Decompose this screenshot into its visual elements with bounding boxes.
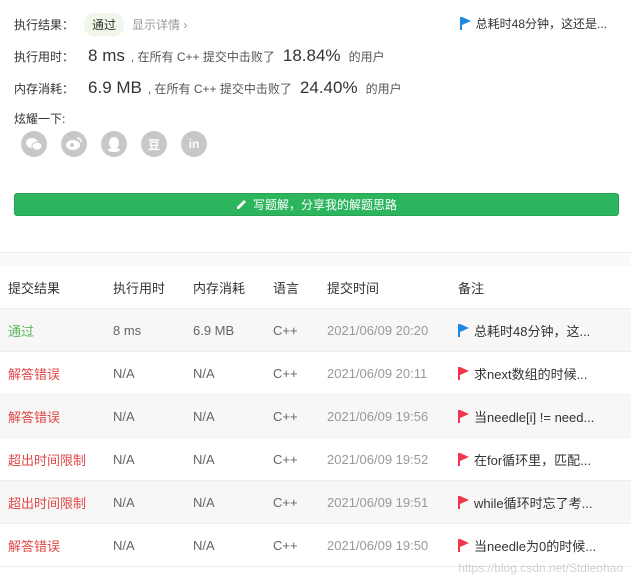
header-status: 提交结果	[8, 280, 61, 296]
note-cell[interactable]: 当needle[i] != need...	[450, 407, 631, 426]
language-cell: C++	[273, 365, 298, 381]
status-link[interactable]: 解答错误	[0, 536, 105, 555]
memory-value: 6.9 MB	[88, 78, 142, 97]
time-percent: 18.84%	[282, 46, 341, 65]
pencil-icon	[236, 200, 246, 209]
submit-time-cell: 2021/06/09 20:11	[327, 365, 428, 381]
douban-icon[interactable]: 豆	[141, 131, 167, 157]
flag-icon	[458, 409, 469, 423]
result-row: 执行结果： 通过 显示详情 ›	[14, 13, 187, 36]
header-runtime: 执行用时	[113, 280, 166, 296]
wechat-icon[interactable]	[21, 131, 47, 157]
table-header: 提交结果 执行用时 内存消耗 语言 提交时间 备注	[0, 266, 631, 309]
table-body: 通过 8 ms 6.9 MB C++ 2021/06/09 20:20 总耗时48分钟，这…	[0, 309, 631, 567]
memory-cell: N/A	[193, 408, 215, 424]
flag-icon	[458, 452, 469, 466]
table-row[interactable]: 超出时间限制 N/A N/A C++ 2021/06/09 19:52 在for循环里，匹…	[0, 438, 631, 481]
memory-cell: N/A	[193, 365, 215, 381]
note-cell[interactable]: 在for循环里，匹配...	[450, 450, 631, 469]
runtime-cell: 8 ms	[113, 322, 142, 338]
runtime-cell: N/A	[113, 365, 135, 381]
memory-cell: N/A	[193, 494, 215, 510]
submit-time-cell: 2021/06/09 19:51	[327, 494, 429, 510]
table-row[interactable]: 解答错误 N/A N/A C++ 2021/06/09 20:11 求next数组的时候.…	[0, 352, 631, 395]
header-language: 语言	[273, 280, 300, 296]
table-row[interactable]: 超出时间限制 N/A N/A C++ 2021/06/09 19:51 while循环时忘…	[0, 481, 631, 524]
note-text: 当needle[i] != need...	[474, 409, 595, 425]
table-row[interactable]: 通过 8 ms 6.9 MB C++ 2021/06/09 20:20 总耗时48分钟，这…	[0, 309, 631, 352]
note-text: 当needle为0的时候...	[474, 538, 597, 554]
write-solution-label: 写题解，分享我的解题思路	[252, 198, 397, 212]
language-cell: C++	[273, 322, 298, 338]
status-link[interactable]: 超出时间限制	[0, 493, 105, 512]
weibo-icon[interactable]	[61, 131, 87, 157]
status-link[interactable]: 解答错误	[0, 364, 105, 383]
note-text: 在for循环里，匹配...	[474, 452, 592, 468]
flag-icon	[458, 323, 469, 337]
status-link[interactable]: 解答错误	[0, 407, 105, 426]
submit-time-cell: 2021/06/09 19:56	[327, 408, 429, 424]
runtime-cell: N/A	[113, 537, 135, 553]
memory-cell: 6.9 MB	[193, 322, 235, 338]
memory-cell: N/A	[193, 451, 215, 467]
runtime-cell: N/A	[113, 408, 135, 424]
submit-time-cell: 2021/06/09 20:20	[327, 322, 429, 338]
watermark: https://blog.csdn.net/Stdleohao	[458, 561, 623, 575]
memory-suffix: 的用户	[365, 81, 402, 96]
linkedin-icon[interactable]: in	[181, 131, 207, 157]
result-label: 执行结果：	[14, 18, 75, 32]
header-submit-time: 提交时间	[327, 280, 380, 296]
header-memory: 内存消耗	[193, 280, 246, 296]
section-divider	[0, 252, 631, 266]
time-value: 8 ms	[88, 46, 125, 65]
table-row[interactable]: 解答错误 N/A N/A C++ 2021/06/09 19:56 当needle[i] …	[0, 395, 631, 438]
show-detail-link[interactable]: 显示详情 ›	[132, 16, 187, 33]
submit-time-cell: 2021/06/09 19:52	[327, 451, 429, 467]
share-icons: 豆 in	[21, 131, 207, 157]
result-panel: 执行结果： 通过 显示详情 › 总耗时48分钟，这还是... 执行用时： 8 m…	[0, 0, 631, 252]
note-cell[interactable]: 当needle为0的时候...	[450, 536, 631, 555]
runtime-cell: N/A	[113, 494, 135, 510]
share-row: 炫耀一下:	[14, 110, 65, 127]
top-note-text: 总耗时48分钟，这还是...	[475, 17, 607, 31]
status-link[interactable]: 超出时间限制	[0, 450, 105, 469]
flag-icon	[458, 538, 469, 552]
memory-label: 内存消耗：	[14, 81, 75, 96]
time-label: 执行用时：	[14, 49, 75, 64]
time-suffix: 的用户	[348, 49, 385, 64]
runtime-cell: N/A	[113, 451, 135, 467]
flag-icon	[459, 17, 471, 30]
top-note[interactable]: 总耗时48分钟，这还是...	[459, 15, 607, 32]
note-cell[interactable]: while循环时忘了考...	[450, 493, 631, 512]
result-badge: 通过	[84, 13, 125, 36]
share-label: 炫耀一下:	[14, 112, 66, 126]
note-text: 总耗时48分钟，这...	[474, 323, 591, 339]
language-cell: C++	[273, 494, 298, 510]
language-cell: C++	[273, 408, 298, 424]
memory-middle: , 在所有 C++ 提交中击败了	[147, 81, 292, 96]
qq-icon[interactable]	[101, 131, 127, 157]
time-row: 执行用时： 8 ms , 在所有 C++ 提交中击败了 18.84% 的用户	[14, 46, 385, 66]
write-solution-button[interactable]: 写题解，分享我的解题思路	[14, 193, 619, 216]
language-cell: C++	[273, 537, 298, 553]
note-text: while循环时忘了考...	[474, 495, 593, 511]
time-middle: , 在所有 C++ 提交中击败了	[130, 49, 275, 64]
note-cell[interactable]: 总耗时48分钟，这...	[450, 321, 631, 340]
submit-time-cell: 2021/06/09 19:50	[327, 537, 429, 553]
memory-cell: N/A	[193, 537, 215, 553]
memory-percent: 24.40%	[299, 78, 358, 97]
language-cell: C++	[273, 451, 298, 467]
status-link[interactable]: 通过	[0, 321, 105, 340]
note-cell[interactable]: 求next数组的时候...	[450, 364, 631, 383]
flag-icon	[458, 366, 469, 380]
header-note: 备注	[458, 280, 485, 296]
note-text: 求next数组的时候...	[474, 366, 588, 382]
memory-row: 内存消耗： 6.9 MB , 在所有 C++ 提交中击败了 24.40% 的用户	[14, 78, 402, 98]
submission-table: 提交结果 执行用时 内存消耗 语言 提交时间 备注 通过 8 ms 6.9 MB C+…	[0, 266, 631, 567]
flag-icon	[458, 495, 469, 509]
